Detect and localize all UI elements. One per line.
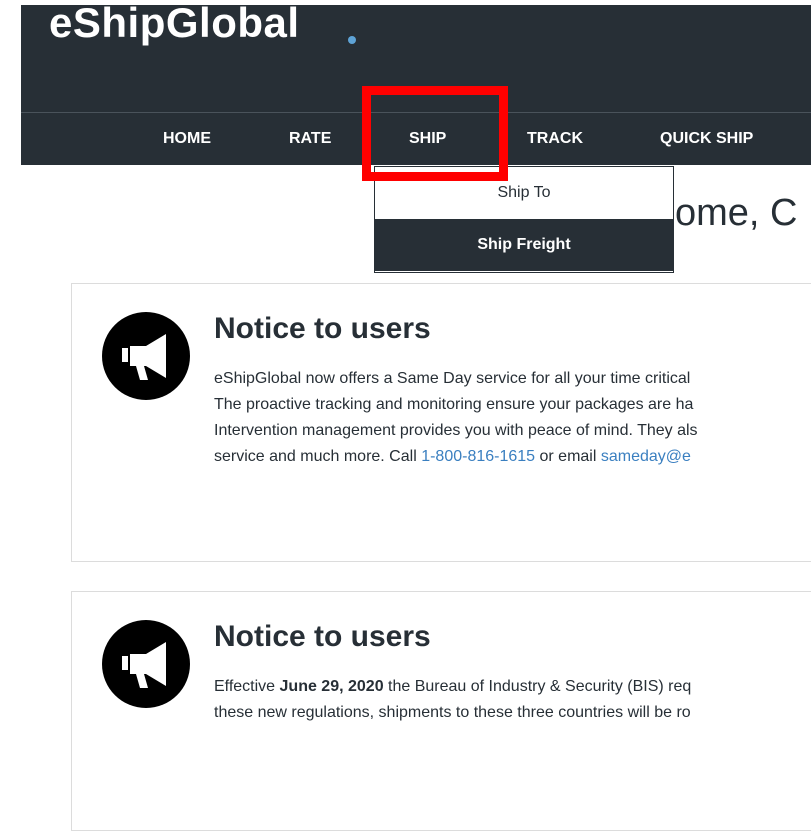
email-link[interactable]: sameday@e [601,448,691,465]
notice-text: the Bureau of Industry & Security (BIS) … [383,678,692,695]
notice-text: or email [535,448,601,465]
nav-item-ship[interactable]: SHIP [409,113,446,165]
notice-card: Notice to users Effective June 29, 2020 … [71,591,811,831]
notice-title: Notice to users [214,312,431,345]
nav-item-home[interactable]: HOME [163,113,211,165]
main-nav: HOME RATE SHIP TRACK QUICK SHIP [21,113,811,165]
notice-title: Notice to users [214,620,431,653]
nav-item-rate[interactable]: RATE [289,113,331,165]
notice-body: eShipGlobal now offers a Same Day servic… [214,366,811,470]
ship-dropdown-menu: Ship To Ship Freight [374,166,674,273]
dropdown-item-ship-freight[interactable]: Ship Freight [375,219,673,271]
notice-text: Effective [214,678,280,695]
nav-item-track[interactable]: TRACK [527,113,583,165]
phone-link[interactable]: 1-800-816-1615 [421,448,535,465]
site-logo[interactable]: eShipGlobal [49,0,300,47]
nav-item-quick-ship[interactable]: QUICK SHIP [660,113,753,165]
logo-dot [348,36,356,44]
notice-body: Effective June 29, 2020 the Bureau of In… [214,674,811,726]
notice-line: eShipGlobal now offers a Same Day servic… [214,370,691,387]
notice-line: Effective June 29, 2020 the Bureau of In… [214,674,811,700]
site-header: eShipGlobal HOME RATE SHIP TRACK QUICK S… [21,0,811,165]
welcome-heading: ome, C [675,192,798,234]
notice-date: June 29, 2020 [279,678,384,695]
notice-line: service and much more. Call 1-800-816-16… [214,444,811,470]
megaphone-icon [102,620,190,708]
notice-line: Intervention management provides you wit… [214,422,698,439]
notice-text: service and much more. Call [214,448,422,465]
dropdown-item-ship-to[interactable]: Ship To [375,167,673,219]
notice-card: Notice to users eShipGlobal now offers a… [71,283,811,562]
megaphone-icon [102,312,190,400]
notice-line: The proactive tracking and monitoring en… [214,396,694,413]
notice-line: these new regulations, shipments to thes… [214,704,691,721]
